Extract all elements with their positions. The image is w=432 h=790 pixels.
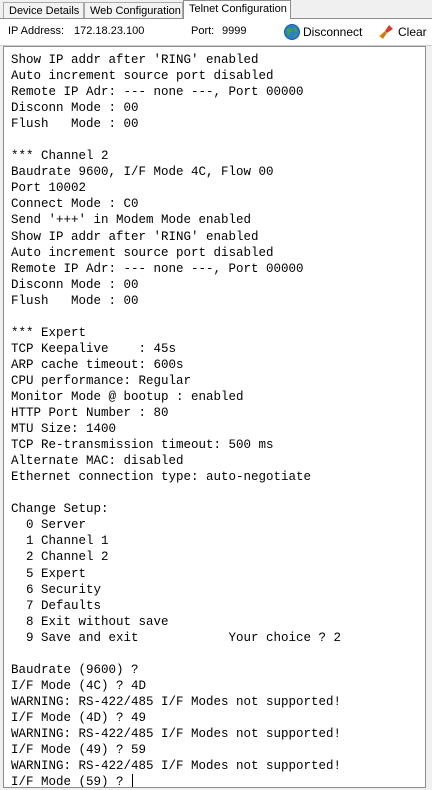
console-line: Ethernet connection type: auto-negotiate	[11, 470, 312, 485]
console-line: I/F Mode (4D) ? 49	[11, 710, 147, 725]
tab-telnet-configuration[interactable]: Telnet Configuration	[183, 0, 291, 19]
port-value[interactable]: 9999	[222, 25, 246, 37]
console-line: 6 Security	[11, 582, 102, 597]
tab-strip: Device Details Web Configuration Telnet …	[0, 0, 432, 19]
ip-address-label: IP Address:	[8, 25, 65, 37]
console-line: Baudrate (9600) ?	[11, 662, 139, 677]
console-line: *** Expert	[11, 325, 87, 340]
console-line: WARNING: RS-422/485 I/F Modes not suppor…	[11, 759, 342, 774]
console-line: 9 Save and exit Your choice ? 2	[11, 630, 342, 645]
console-line: *** Channel 2	[11, 149, 109, 164]
console-line: Monitor Mode @ bootup : enabled	[11, 389, 244, 404]
console-line: WARNING: RS-422/485 I/F Modes not suppor…	[11, 726, 342, 741]
console-line: Auto increment source port disabled	[11, 245, 274, 260]
console-line: Flush Mode : 00	[11, 117, 139, 132]
console-line: 0 Server	[11, 518, 87, 533]
console-line: Remote IP Adr: --- none ---, Port 00000	[11, 261, 304, 276]
console-line: Disconn Mode : 00	[11, 101, 139, 116]
port-label: Port:	[191, 25, 215, 37]
console-line: I/F Mode (49) ? 59	[11, 743, 147, 758]
console-line: Disconn Mode : 00	[11, 277, 139, 292]
console-line: 8 Exit without save	[11, 614, 169, 629]
ip-address-value[interactable]: 172.18.23.100	[74, 25, 144, 37]
console-line: Show IP addr after 'RING' enabled	[11, 53, 259, 67]
console-line: TCP Keepalive : 45s	[11, 341, 177, 356]
connection-toolbar: IP Address: 172.18.23.100 Port: 9999 Dis…	[0, 19, 432, 46]
clear-label: Clear	[398, 25, 427, 39]
console-line: 7 Defaults	[11, 598, 102, 613]
console-line: Show IP addr after 'RING' enabled	[11, 229, 259, 244]
console-line: I/F Mode (4C) ? 4D	[11, 678, 147, 693]
console-line: Port 10002	[11, 181, 87, 196]
console-line: Baudrate 9600, I/F Mode 4C, Flow 00	[11, 165, 274, 180]
disconnect-button[interactable]: Disconnect	[281, 22, 362, 42]
console-line: I/F Mode (59) ?	[11, 775, 132, 788]
console-line: Remote IP Adr: --- none ---, Port 00000	[11, 85, 304, 100]
console-line: ARP cache timeout: 600s	[11, 357, 184, 372]
console-line: TCP Re-transmission timeout: 500 ms	[11, 438, 274, 453]
console-line: Flush Mode : 00	[11, 293, 139, 308]
text-cursor	[132, 774, 134, 787]
console-line: MTU Size: 1400	[11, 422, 117, 437]
console-line: 5 Expert	[11, 566, 87, 581]
clear-button[interactable]: Clear	[376, 22, 427, 42]
telnet-console[interactable]: Show IP addr after 'RING' enabled Auto i…	[3, 46, 426, 788]
console-line: Auto increment source port disabled	[11, 69, 274, 84]
console-line: 1 Channel 1	[11, 534, 109, 549]
tab-device-details[interactable]: Device Details	[3, 2, 84, 18]
console-line: CPU performance: Regular	[11, 373, 192, 388]
disconnect-label: Disconnect	[303, 25, 363, 39]
console-line: Change Setup:	[11, 502, 109, 517]
globe-icon	[284, 24, 300, 40]
console-line: 2 Channel 2	[11, 550, 109, 565]
tab-web-configuration[interactable]: Web Configuration	[84, 2, 183, 18]
broom-icon	[379, 25, 393, 39]
console-line: WARNING: RS-422/485 I/F Modes not suppor…	[11, 694, 342, 709]
console-line: Send '+++' in Modem Mode enabled	[11, 213, 252, 228]
console-line: Alternate MAC: disabled	[11, 454, 184, 469]
console-output[interactable]: Show IP addr after 'RING' enabled Auto i…	[4, 47, 425, 788]
console-line: Connect Mode : C0	[11, 197, 139, 212]
console-line: HTTP Port Number : 80	[11, 406, 169, 421]
